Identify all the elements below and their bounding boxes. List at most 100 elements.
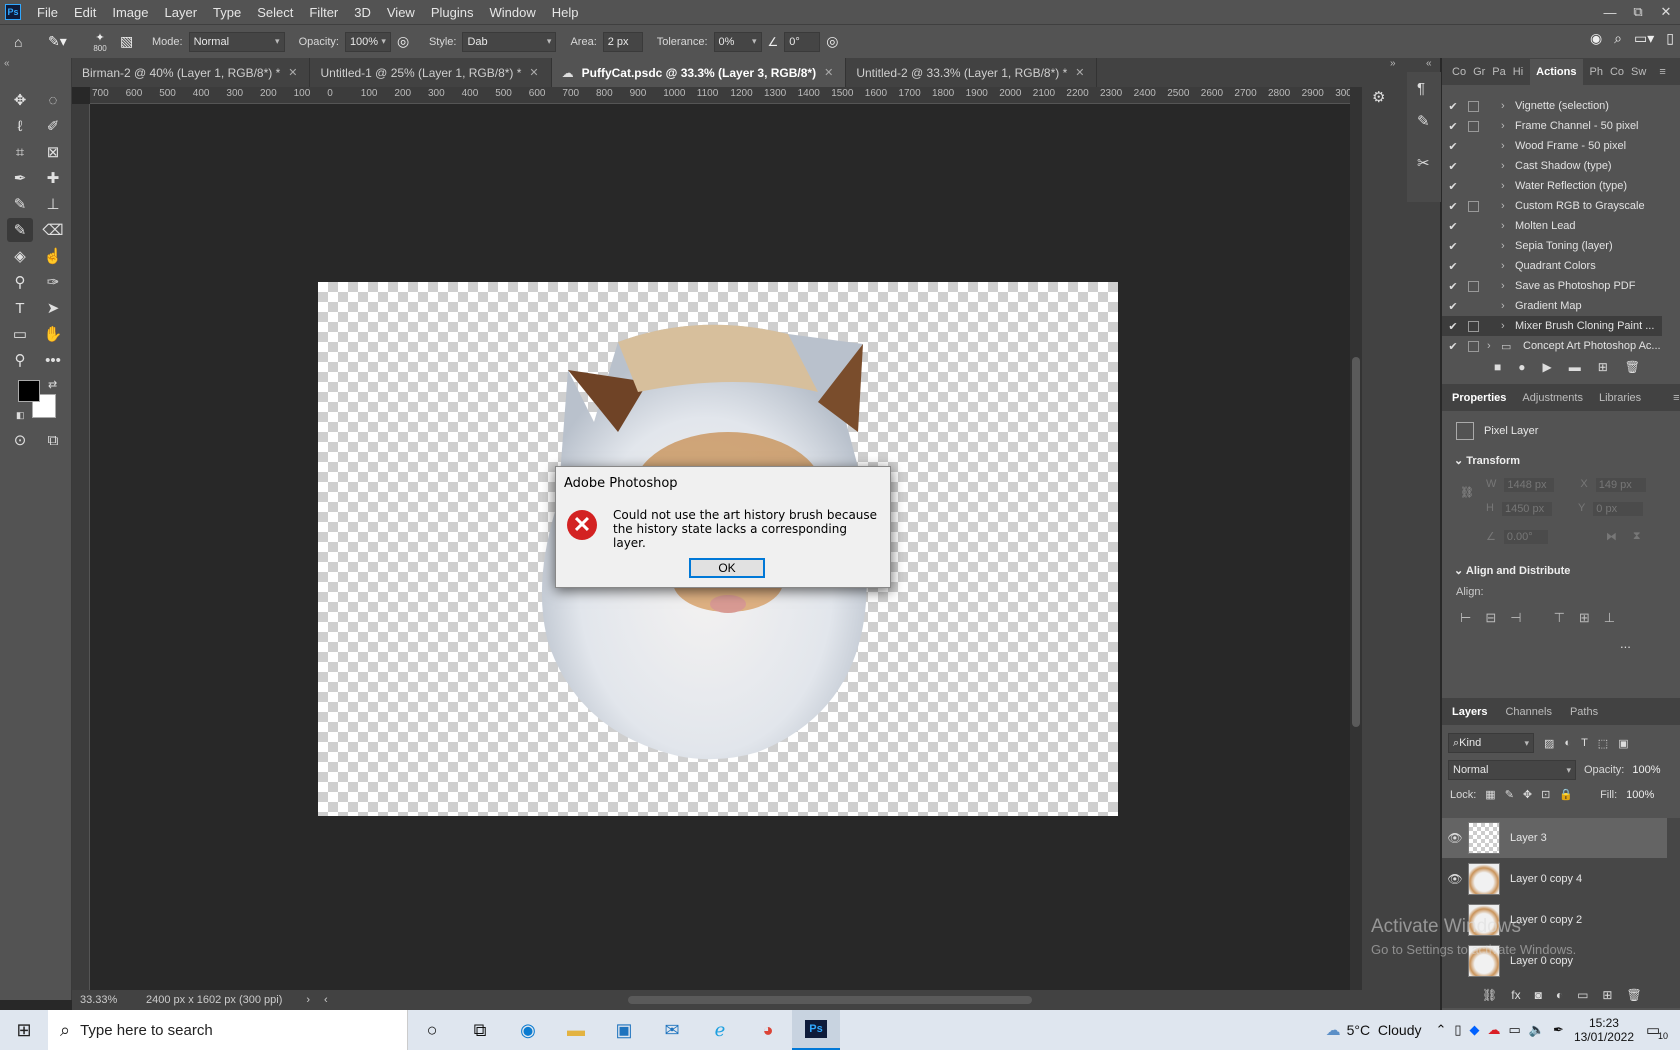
tab-birman[interactable]: Birman-2 @ 40% (Layer 1, RGB/8*) * ✕ [72, 58, 311, 87]
dialog-toggle-icon[interactable] [1468, 280, 1479, 292]
minimize-button[interactable]: — [1596, 5, 1624, 20]
action-item[interactable]: ✔ › Sepia Toning (layer) [1442, 236, 1662, 256]
adjustment-layer-icon[interactable]: ◐ [1556, 988, 1563, 1002]
dialog-toggle-icon[interactable] [1468, 100, 1479, 112]
tab-untitled-2[interactable]: Untitled-2 @ 33.3% (Layer 1, RGB/8*) * ✕ [846, 58, 1098, 87]
dialog-toggle-icon[interactable] [1468, 301, 1479, 312]
dialog-toggle-icon[interactable] [1468, 221, 1479, 232]
chevron-right-icon[interactable]: › [1501, 180, 1515, 192]
close-icon[interactable]: ✕ [824, 66, 833, 79]
check-icon[interactable]: ✔ [1442, 160, 1464, 173]
rectangle-tool-icon[interactable]: ▭ [7, 322, 33, 346]
chevron-right-icon[interactable]: › [306, 994, 310, 1006]
action-item[interactable]: ✔ › Frame Channel - 50 pixel [1442, 116, 1662, 136]
workspace-icon[interactable]: ▭▾ [1634, 30, 1654, 47]
chevron-left-icon[interactable]: ‹ [324, 994, 328, 1006]
flip-horizontal-icon[interactable]: ⧓ [1606, 530, 1617, 544]
layer-row[interactable]: 👁 Layer 0 copy 4 [1442, 859, 1667, 899]
tab-color[interactable]: Co [1452, 66, 1466, 78]
brush-settings-icon[interactable]: ✎ [1417, 112, 1430, 130]
chevron-right-icon[interactable]: › [1501, 100, 1515, 112]
new-action-icon[interactable]: ⊞ [1598, 360, 1608, 374]
tab-layers[interactable]: Layers [1452, 706, 1487, 718]
eraser-tool-icon[interactable]: ⌫ [40, 218, 66, 242]
foreground-color-swatch[interactable] [18, 380, 40, 402]
align-center-h-icon[interactable]: ⊟ [1485, 610, 1496, 626]
pen-tool-icon[interactable]: ✑ [40, 270, 66, 294]
chrome-icon[interactable]: ◕ [744, 1010, 792, 1050]
tab-adjustments[interactable]: Adjustments [1522, 392, 1583, 404]
width-field[interactable]: 1448 px [1504, 478, 1555, 492]
ok-button[interactable]: OK [689, 558, 765, 578]
tolerance-field[interactable]: 0% ▾ [713, 31, 762, 52]
pressure-opacity-icon[interactable]: ◎ [397, 33, 423, 50]
eyedropper-tool-icon[interactable]: ✒ [7, 166, 33, 190]
angle-field[interactable]: 0° [784, 31, 821, 52]
task-view-icon[interactable]: ⧉ [456, 1010, 504, 1050]
panel-menu-icon[interactable]: ≡ [1659, 66, 1665, 78]
hand-tool-icon[interactable]: ✋ [40, 322, 66, 346]
clone-stamp-tool-icon[interactable]: ⊥ [40, 192, 66, 216]
align-middle-v-icon[interactable]: ⊞ [1579, 610, 1590, 626]
action-item[interactable]: ✔ › Vignette (selection) [1442, 96, 1662, 116]
tab-swatches[interactable]: Sw [1631, 66, 1646, 78]
edge-icon[interactable]: ◉ [504, 1010, 552, 1050]
lock-pixels-icon[interactable]: ✎ [1505, 788, 1514, 801]
tab-untitled-1[interactable]: Untitled-1 @ 25% (Layer 1, RGB/8*) * ✕ [310, 58, 552, 87]
align-header[interactable]: ⌄ Align and Distribute [1454, 564, 1570, 577]
tab-libraries[interactable]: Libraries [1599, 392, 1641, 404]
check-icon[interactable]: ✔ [1442, 120, 1464, 133]
default-colors-icon[interactable]: ◧ [16, 410, 25, 421]
area-field[interactable]: 2 px [602, 31, 643, 52]
trash-icon[interactable]: 🗑 [1626, 988, 1641, 1002]
blend-mode-select[interactable]: Normal ▾ [1448, 760, 1576, 780]
horizontal-scrollbar[interactable] [334, 995, 1344, 1005]
tools-icon[interactable]: ✂ [1417, 154, 1430, 172]
action-item[interactable]: ✔ › Mixer Brush Cloning Paint ... [1442, 316, 1662, 336]
mail-icon[interactable]: ✉ [648, 1010, 696, 1050]
check-icon[interactable]: ✔ [1442, 240, 1464, 253]
healing-brush-tool-icon[interactable]: ✚ [40, 166, 66, 190]
check-icon[interactable]: ✔ [1442, 100, 1464, 113]
menu-type[interactable]: Type [213, 5, 241, 20]
panel-menu-icon[interactable]: ≡ [1673, 392, 1679, 404]
dialog-toggle-icon[interactable] [1468, 181, 1479, 192]
dialog-toggle-icon[interactable] [1468, 320, 1479, 332]
action-item[interactable]: ✔ › Gradient Map [1442, 296, 1662, 316]
chevron-right-icon[interactable]: › [1501, 260, 1515, 272]
trash-icon[interactable]: 🗑 [1625, 360, 1640, 374]
check-icon[interactable]: ✔ [1442, 320, 1464, 333]
chevron-right-icon[interactable]: › [1501, 320, 1515, 332]
tab-puffycat[interactable]: ☁ PuffyCat.psdc @ 33.3% (Layer 3, RGB/8*)… [551, 58, 847, 87]
play-icon[interactable]: ▶ [1543, 360, 1552, 374]
action-item[interactable]: ✔ › Cast Shadow (type) [1442, 156, 1662, 176]
dialog-toggle-icon[interactable] [1468, 241, 1479, 252]
chevron-right-icon[interactable]: › [1501, 120, 1515, 132]
menu-layer[interactable]: Layer [165, 5, 198, 20]
check-icon[interactable]: ✔ [1442, 280, 1464, 293]
chevron-right-icon[interactable]: › [1501, 240, 1515, 252]
pressure-size-icon[interactable]: ◎ [826, 33, 852, 50]
check-icon[interactable]: ✔ [1442, 260, 1464, 273]
transform-header[interactable]: ⌄ Transform [1454, 454, 1520, 467]
smudge-tool-icon[interactable]: ☝ [40, 244, 66, 268]
filter-type-icon[interactable]: T [1581, 737, 1588, 749]
expand-arrows-icon[interactable]: « [1426, 58, 1432, 69]
filter-smart-icon[interactable]: ▣ [1618, 737, 1628, 750]
close-icon[interactable]: ✕ [1075, 66, 1084, 79]
chevron-right-icon[interactable]: › [1501, 200, 1515, 212]
windows-start-icon[interactable]: ⊞ [0, 1010, 48, 1050]
quick-mask-icon[interactable]: ⊙ [7, 428, 33, 452]
link-layers-icon[interactable]: ⛓ [1482, 988, 1497, 1002]
collapse-arrows-icon[interactable]: « [4, 58, 10, 69]
lasso-tool-icon[interactable]: ℓ [7, 114, 33, 138]
new-set-icon[interactable]: ▬ [1569, 360, 1581, 374]
layer-opacity-field[interactable]: 100% [1632, 764, 1660, 776]
share-icon[interactable]: ◉ [1590, 30, 1602, 47]
chevron-right-icon[interactable]: › [1501, 220, 1515, 232]
collapse-arrows-icon[interactable]: » [1390, 58, 1396, 69]
network-icon[interactable]: ▭ [1509, 1022, 1521, 1038]
frame-tool-icon[interactable]: ⊠ [40, 140, 66, 164]
tab-actions[interactable]: Actions [1530, 58, 1583, 85]
menu-filter[interactable]: Filter [309, 5, 338, 20]
